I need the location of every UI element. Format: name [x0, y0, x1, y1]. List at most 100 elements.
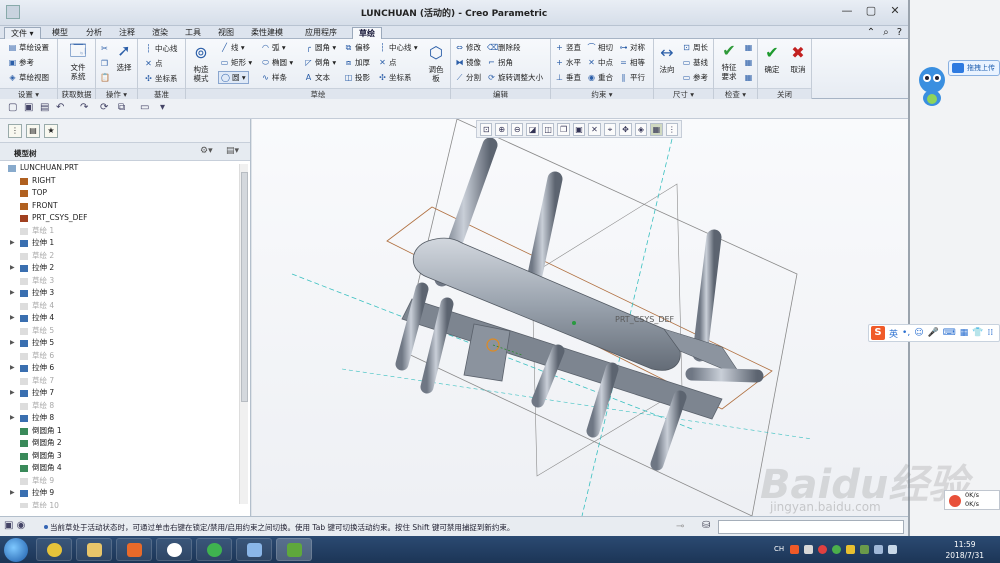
undo-icon[interactable]: ↶ — [56, 102, 64, 113]
annotation-display-icon[interactable]: ⌖ — [603, 123, 617, 136]
tree-node[interactable]: 草绘 1 — [0, 225, 240, 238]
tab-tools[interactable]: 工具 — [179, 27, 207, 39]
group-label-operations[interactable]: 操作 ▾ — [96, 88, 137, 99]
offset-button[interactable]: ⧉ 偏移 — [344, 42, 370, 53]
toolbox-icon[interactable]: ▦ — [960, 328, 969, 338]
network-monitor[interactable]: 0K/s 0K/s — [944, 490, 1000, 510]
zoom-in-icon[interactable]: ⊕ — [495, 123, 508, 136]
tree-node[interactable]: 草绘 8 — [0, 400, 240, 413]
skin-icon[interactable]: 👕 — [972, 328, 983, 338]
tangent-button[interactable]: ⌒ 相切 — [587, 42, 614, 53]
inspect-tool-3[interactable]: ▦ — [744, 73, 753, 82]
tree-node[interactable]: 草绘 6 — [0, 350, 240, 363]
maximize-button[interactable]: ▢ — [864, 4, 878, 17]
tray-sogou-icon[interactable] — [790, 545, 799, 554]
expand-arrow-icon[interactable]: ▶ — [10, 412, 15, 425]
rectangle-button[interactable]: ▭ 矩形 ▾ — [220, 57, 252, 68]
tree-node[interactable]: PRT_CSYS_DEF — [0, 212, 240, 225]
expand-arrow-icon[interactable]: ▶ — [10, 487, 15, 500]
sketch-csys-button[interactable]: ✣ 坐标系 — [378, 72, 411, 83]
selection-filter-dropdown[interactable] — [718, 520, 904, 534]
paste-button[interactable]: 📋 — [100, 73, 110, 82]
tray-360-icon[interactable] — [832, 545, 841, 554]
group-label-dimension[interactable]: 尺寸 ▾ — [654, 88, 713, 99]
tray-network-icon[interactable] — [874, 545, 883, 554]
group-label-inspect[interactable]: 检查 ▾ — [714, 88, 757, 99]
taskbar-clock[interactable]: 11:59 2018/7/31 — [946, 539, 984, 561]
divide-button[interactable]: ⟋ 分割 — [455, 72, 481, 83]
search-icon[interactable]: ⌕ — [883, 27, 889, 38]
ellipse-button[interactable]: ⬭ 椭圆 ▾ — [261, 57, 293, 68]
zoom-out-icon[interactable]: ⊖ — [510, 123, 524, 136]
expand-arrow-icon[interactable]: ▶ — [10, 337, 15, 350]
expand-arrow-icon[interactable]: ▶ — [10, 237, 15, 250]
coincident-button[interactable]: ◉ 重合 — [587, 72, 613, 83]
tab-model[interactable]: 模型 — [46, 27, 74, 39]
help-icon[interactable]: ? — [897, 27, 902, 38]
tree-node[interactable]: RIGHT — [0, 175, 240, 188]
tab-file[interactable]: 文件 ▾ — [4, 27, 41, 39]
display-style-icon[interactable]: ◫ — [541, 123, 555, 136]
windows-icon[interactable]: ⧉ — [118, 102, 125, 113]
group-label-constrain[interactable]: 约束 ▾ — [551, 88, 653, 99]
scrollbar-thumb[interactable] — [241, 172, 248, 402]
expand-arrow-icon[interactable]: ▶ — [10, 362, 15, 375]
tree-node[interactable]: FRONT — [0, 200, 240, 213]
sketch-setup-button[interactable]: ▤ 草绘设置 — [8, 42, 49, 53]
modify-button[interactable]: ⇔ 修改 — [455, 42, 481, 53]
datum-csys-button[interactable]: ✣ 坐标系 — [144, 73, 177, 84]
model-tree-scrollbar[interactable] — [239, 164, 248, 504]
tree-show-icon[interactable]: ▤▾ — [226, 146, 239, 156]
midpoint-button[interactable]: ✕ 中点 — [587, 57, 613, 68]
taskbar-app-explorer[interactable] — [76, 538, 112, 561]
palette-button[interactable]: ⬡ 调色 板 — [424, 43, 448, 83]
regenerate-icon[interactable]: ⟳ — [100, 102, 108, 113]
horizontal-button[interactable]: + 水平 — [555, 57, 581, 68]
fillet-button[interactable]: ╭ 圆角 ▾ — [304, 42, 336, 53]
emoji-icon[interactable]: ☺ — [914, 328, 923, 338]
thicken-button[interactable]: ⧈ 加厚 — [344, 57, 370, 68]
equal-button[interactable]: = 相等 — [619, 57, 645, 68]
symmetric-button[interactable]: ⊶ 对称 — [619, 42, 646, 53]
close-button[interactable]: ✕ — [888, 4, 902, 17]
mirror-button[interactable]: ⧓ 镜像 — [455, 57, 482, 68]
sogou-logo-icon[interactable]: S — [871, 326, 885, 340]
ime-language[interactable]: 英 — [889, 327, 898, 340]
tree-node[interactable]: 草绘 9 — [0, 475, 240, 488]
model-tree-tab-icon[interactable]: ⋮ — [8, 124, 22, 138]
sketch-centerline-button[interactable]: ┆ 中心线 ▾ — [378, 42, 418, 53]
vertical-button[interactable]: + 竖直 — [555, 42, 581, 53]
tree-node[interactable]: ▶ 拉伸 4 — [0, 312, 240, 325]
tree-node[interactable]: 倒圆角 1 — [0, 425, 240, 438]
new-icon[interactable]: ▢ — [8, 102, 17, 113]
tree-node[interactable]: ▶ 拉伸 1 — [0, 237, 240, 250]
tree-settings-icon[interactable]: ⚙▾ — [200, 146, 213, 156]
group-label-settings[interactable]: 设置 ▾ — [0, 88, 57, 99]
line-button[interactable]: ╱ 线 ▾ — [220, 42, 245, 53]
sketch-view-button[interactable]: ◈ 草绘视图 — [8, 72, 49, 83]
tree-node[interactable]: 草绘 4 — [0, 300, 240, 313]
sketch-view-orient-icon[interactable]: ◈ — [634, 123, 648, 136]
spin-center-icon[interactable]: ✥ — [619, 123, 632, 136]
parallel-button[interactable]: ∥ 平行 — [619, 72, 646, 83]
expand-arrow-icon[interactable]: ▶ — [10, 262, 15, 275]
refit-icon[interactable]: ⊡ — [480, 123, 493, 136]
file-system-button[interactable]: 🗔 文件 系统 — [64, 41, 92, 81]
taskbar-app-paint[interactable] — [236, 538, 272, 561]
close-window-icon[interactable]: ▭ — [140, 102, 149, 113]
tree-node[interactable]: 草绘 10 — [0, 500, 240, 508]
tab-applications[interactable]: 应用程序 — [299, 27, 343, 39]
perpendicular-button[interactable]: ⊥ 垂直 — [555, 72, 581, 83]
tree-node[interactable]: ▶ 拉伸 3 — [0, 287, 240, 300]
peg-rear-3[interactable] — [692, 229, 722, 362]
inspect-tool-2[interactable]: ▦ — [744, 58, 753, 67]
taskbar-app-media[interactable] — [116, 538, 152, 561]
references-button[interactable]: ▣ 参考 — [8, 57, 34, 68]
tree-node[interactable]: 草绘 5 — [0, 325, 240, 338]
cut-button[interactable]: ✂ — [100, 44, 109, 53]
collapse-icon[interactable]: ⌃ — [867, 27, 875, 38]
datum-point-button[interactable]: ✕ 点 — [144, 58, 162, 69]
corner-button[interactable]: ⌐ 拐角 — [487, 57, 513, 68]
tray-battery-icon[interactable] — [860, 545, 869, 554]
tray-volume-icon[interactable] — [888, 545, 897, 554]
